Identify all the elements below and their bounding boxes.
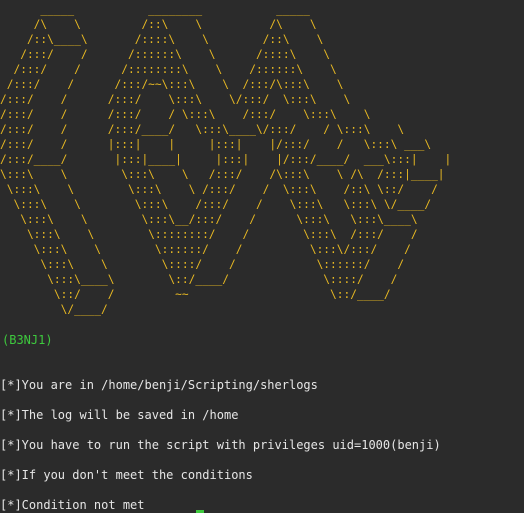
terminal-window[interactable]: _____ ________ _____ /\ \ /::\ \ /\ \ /:… [0,0,524,513]
output-line-location: [*]You are in /home/benji/Scripting/sher… [0,378,318,392]
output-line-log-path: [*]The log will be saved in /home [0,408,239,422]
author-tag: (B3NJ1) [2,333,53,347]
ascii-art-banner: _____ ________ _____ /\ \ /::\ \ /\ \ /:… [0,3,452,316]
output-line-condition-not-met: [*]Condition not met [0,498,145,512]
output-line-privileges: [*]You have to run the script with privi… [0,438,441,452]
output-line-conditions: [*]If you don't meet the conditions [0,468,253,482]
